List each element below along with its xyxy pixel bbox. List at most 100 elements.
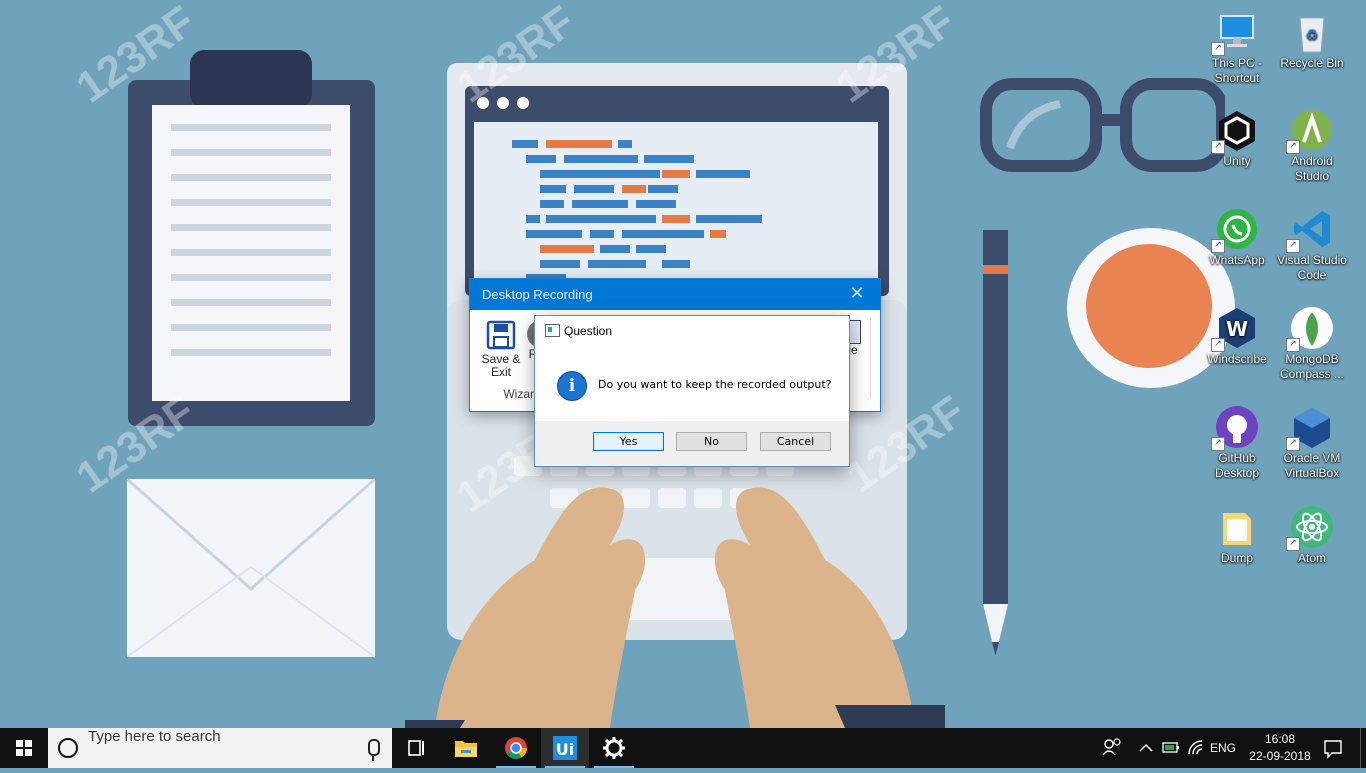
vscode-icon: ↗ [1286,207,1334,253]
dialog-body: i Do you want to keep the recorded outpu… [535,346,849,421]
virtualbox-icon: ↗ [1286,405,1334,451]
shortcut-arrow-icon: ↗ [1211,437,1225,451]
show-desktop-button[interactable] [1360,728,1366,768]
desktop-icon-label: Visual Studio Code [1277,253,1347,282]
desktop-icon-windscribe[interactable]: W ↗ Windscribe [1199,306,1275,367]
desktop-icon-label: Atom [1297,551,1326,565]
shortcut-arrow-icon: ↗ [1286,239,1300,253]
shortcut-arrow-icon: ↗ [1286,437,1300,451]
chrome-icon [505,737,527,759]
recycle-bin-icon: ♻ [1290,10,1334,54]
desktop-icon-label: Windscribe [1207,352,1267,366]
desktop-icon-unity[interactable]: ↗ Unity [1199,108,1275,169]
shortcut-arrow-icon: ↗ [1211,239,1225,253]
desktop-icon-android-studio[interactable]: ↗ Android Studio [1274,108,1350,184]
unity-icon: ↗ [1211,108,1259,154]
desktop-icon-label: Android Studio [1291,154,1333,183]
window-title: Desktop Recording [482,287,593,302]
show-hidden-icons-button[interactable] [1136,728,1156,768]
desktop-icon-this-pc[interactable]: ↗ This PC - Shortcut [1199,10,1275,86]
save-exit-label: Save & Exit [481,352,521,379]
clock-time: 16:08 [1264,732,1296,746]
task-view-icon [408,740,424,756]
yes-button[interactable]: Yes [593,432,664,451]
search-placeholder: Type here to search [88,728,221,745]
battery-icon [1162,742,1179,753]
shortcut-arrow-icon: ↗ [1211,338,1225,352]
desktop-icon-label: Oracle VM VirtualBox [1283,451,1341,480]
close-icon[interactable]: ✕ [844,279,870,310]
dialog-message: Do you want to keep the recorded output? [598,378,832,391]
desktop-icon-label: This PC - Shortcut [1211,56,1262,85]
svg-text:W: W [1226,317,1248,341]
svg-text:♻: ♻ [1306,28,1319,44]
taskbar: Type here to search Ui ENG 16:08 22-09-2… [0,728,1366,768]
uipath-button[interactable]: Ui [541,728,589,768]
desktop-icon-label: Dump [1220,551,1253,565]
cancel-button[interactable]: Cancel [760,432,831,451]
clock[interactable]: 16:08 22-09-2018 [1245,731,1315,765]
language-indicator[interactable]: ENG [1210,728,1240,768]
desktop-icon-vscode[interactable]: ↗ Visual Studio Code [1274,207,1350,283]
desktop-icon-recycle-bin[interactable]: ♻ Recycle Bin [1274,10,1350,71]
windscribe-icon: W ↗ [1211,306,1259,352]
desktop-icon-dump[interactable]: Dump [1199,505,1275,566]
desktop-icon-label: Recycle Bin [1280,56,1344,70]
window-titlebar: Desktop Recording ✕ [470,279,880,310]
dialog-title: Question [564,324,613,338]
this-pc-icon: ↗ [1211,10,1259,56]
wifi-icon [1188,740,1203,755]
desktop-icon-label: Unity [1223,154,1251,168]
chrome-button[interactable] [492,728,540,768]
dialog-titlebar: Question [535,316,849,346]
desktop: 123RF 123RF 123RF 123RF 123RF 123RF ↗ Th… [0,0,1366,728]
cortana-icon [58,738,78,758]
shortcut-arrow-icon: ↗ [1286,537,1300,551]
shortcut-arrow-icon: ↗ [1211,140,1225,154]
desktop-icon-label: MongoDB Compass ... [1279,352,1345,381]
info-icon: i [557,371,587,401]
settings-button[interactable] [590,728,638,768]
task-view-button[interactable] [392,728,440,768]
android-studio-icon: ↗ [1286,108,1334,154]
svg-text:Ui: Ui [556,740,574,759]
gear-icon [603,737,625,759]
microphone-icon[interactable] [368,739,380,761]
battery-button[interactable] [1160,728,1182,768]
save-icon [486,320,516,350]
shortcut-arrow-icon: ↗ [1286,140,1300,154]
search-box[interactable]: Type here to search [48,728,392,768]
file-explorer-icon [455,741,477,757]
chevron-up-icon [1139,743,1153,752]
start-button[interactable] [0,728,48,768]
atom-icon: ↗ [1286,505,1334,551]
desktop-icon-virtualbox[interactable]: ↗ Oracle VM VirtualBox [1274,405,1350,481]
desktop-icon-mongodb[interactable]: ↗ MongoDB Compass ... [1274,306,1350,382]
action-center-button[interactable] [1318,728,1348,768]
notification-icon [1324,740,1342,759]
uipath-icon: Ui [553,736,577,760]
desktop-icon-whatsapp[interactable]: ↗ WhatsApp [1199,207,1275,268]
file-explorer-button[interactable] [442,728,490,768]
save-exit-button[interactable]: Save & Exit [481,320,521,379]
desktop-icon-github[interactable]: ↗ GitHub Desktop [1199,405,1275,481]
no-button[interactable]: No [676,432,747,451]
network-button[interactable] [1185,728,1207,768]
whatsapp-icon: ↗ [1211,207,1259,253]
toolbar-divider [870,318,871,398]
people-icon [1102,738,1121,756]
mongodb-icon: ↗ [1286,306,1334,352]
people-button[interactable] [1098,728,1126,768]
shortcut-arrow-icon: ↗ [1211,42,1225,56]
desktop-icon-atom[interactable]: ↗ Atom [1274,505,1350,566]
dialog-button-bar: Yes No Cancel [535,421,849,466]
windows-logo-icon [16,740,32,756]
question-dialog: Question i Do you want to keep the recor… [534,315,850,467]
folder-icon [1215,505,1259,549]
desktop-icon-label: WhatsApp [1209,253,1265,267]
clock-date: 22-09-2018 [1249,749,1311,763]
desktop-icon-label: GitHub Desktop [1214,451,1260,480]
github-icon: ↗ [1211,405,1259,451]
app-window-icon [545,324,560,337]
shortcut-arrow-icon: ↗ [1286,338,1300,352]
